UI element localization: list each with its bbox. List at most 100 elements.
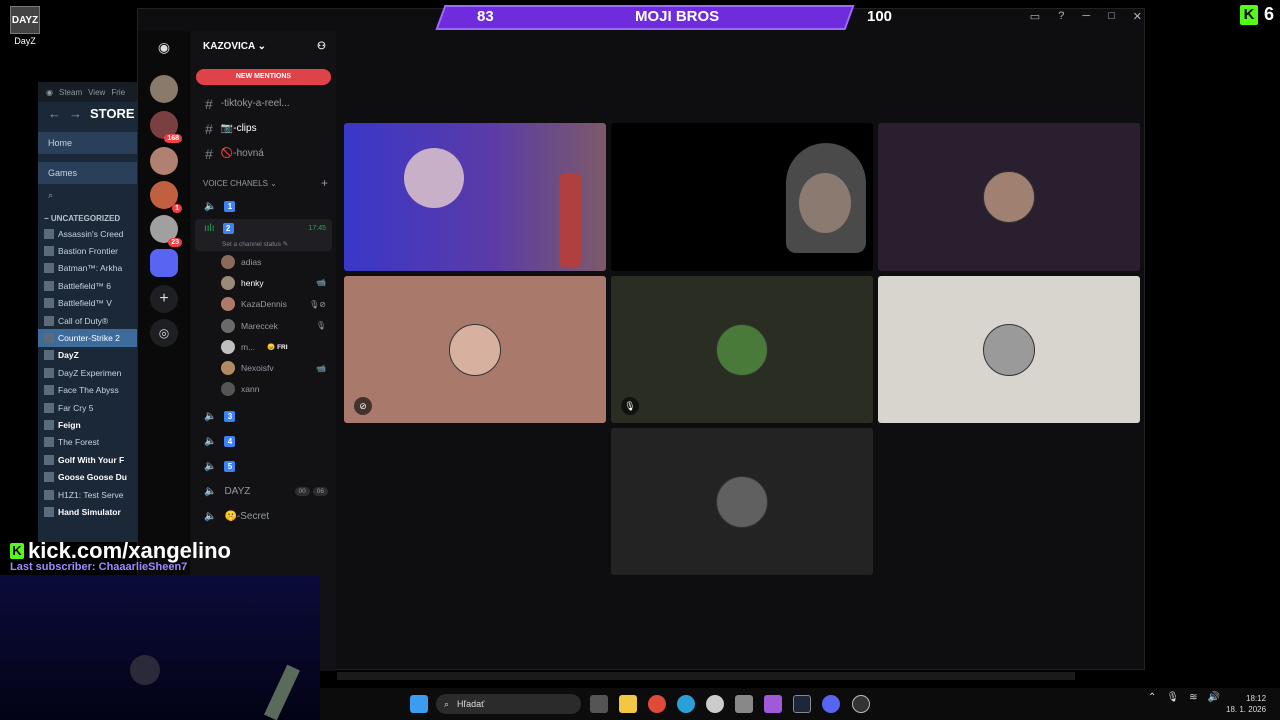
server-icon[interactable]: 1 [150, 181, 182, 213]
steam-game-item[interactable]: Feign [38, 416, 138, 433]
discord-icon[interactable] [822, 695, 840, 713]
voice-channel-dayz[interactable]: 🔈 DAYZ 00 06 [191, 479, 336, 504]
voice-channel-label: 3 [224, 411, 236, 423]
voice-channel-label: 4 [224, 436, 236, 448]
steam-home[interactable]: Home [38, 132, 138, 154]
server-icon[interactable]: 23 [150, 215, 182, 247]
voice-user[interactable]: m... 😠 FRI [191, 336, 336, 357]
close-icon[interactable]: ✕ [1133, 10, 1142, 23]
horizontal-scrollbar[interactable] [337, 672, 1075, 680]
add-member-icon[interactable]: ⚇ [317, 41, 326, 52]
voice-user[interactable]: Nexoisfv 📹 [191, 357, 336, 378]
voice-user[interactable]: Mareccek 🎙 [191, 315, 336, 336]
inbox-icon[interactable]: ▭ [1030, 10, 1040, 23]
discord-home-icon[interactable]: ◉ [150, 33, 178, 61]
volume-icon[interactable]: 🔊 [1207, 692, 1219, 703]
steam-search[interactable]: ⌕ [38, 184, 138, 206]
avatar [221, 254, 235, 269]
server-icon[interactable] [150, 249, 178, 277]
explore-icon[interactable]: ◎ [150, 319, 178, 347]
steam-game-item[interactable]: H1Z1: Test Serve [38, 486, 138, 503]
copilot-icon[interactable] [764, 695, 782, 713]
server-icon[interactable]: 168 [150, 111, 182, 143]
forward-arrow-icon[interactable]: → [69, 106, 82, 121]
video-tile[interactable] [878, 123, 1140, 271]
text-channel[interactable]: # 🚫-hovná [191, 141, 336, 166]
taskbar-search[interactable]: ⌕ Hľadať [436, 694, 581, 714]
add-server-icon[interactable]: + [150, 285, 178, 313]
voice-user[interactable]: henky 📹 [191, 272, 336, 293]
video-tile[interactable]: ⊘ [344, 276, 606, 423]
video-tile-cam[interactable] [611, 123, 873, 271]
server-icon[interactable] [150, 147, 178, 175]
steam-game-item[interactable]: DayZ Experimen [38, 364, 138, 381]
back-arrow-icon[interactable]: ← [48, 106, 61, 121]
steam-game-item[interactable]: Assassin's Creed [38, 225, 138, 242]
voice-user[interactable]: xann [191, 379, 336, 400]
collapse-icon: − [44, 214, 51, 223]
steam-game-item[interactable]: Goose Goose Du [38, 468, 138, 485]
steam-menu-friends[interactable]: Frie [111, 88, 125, 97]
video-tile[interactable]: 🎙 [611, 276, 873, 423]
steam-game-item[interactable]: Battlefield™ V [38, 295, 138, 312]
steam-game-item[interactable]: Hand Simulator [38, 503, 138, 520]
voice-channel-active[interactable]: ıılı 2 17:45 Set a channel status ✎ [195, 219, 332, 251]
new-mentions-button[interactable]: NEW MENTIONS [196, 69, 331, 85]
voice-channel[interactable]: 🔈 3 [191, 404, 336, 429]
store-icon[interactable] [735, 695, 753, 713]
chevron-up-icon[interactable]: ⌃ [1148, 692, 1156, 703]
steam-games[interactable]: Games [38, 162, 138, 184]
dayz-icon-label: DayZ [14, 36, 36, 46]
user-status-icon: 📹 [316, 278, 326, 288]
voice-channel-secret[interactable]: 🔈 🤫-Secret [191, 504, 336, 529]
steam-menu-view[interactable]: View [88, 88, 105, 97]
steam-menu-steam[interactable]: Steam [59, 88, 82, 97]
voice-channel[interactable]: 🔈 4 [191, 429, 336, 454]
chrome-icon[interactable] [648, 695, 666, 713]
steam-game-item[interactable]: Face The Abyss [38, 382, 138, 399]
steam-game-item[interactable]: Far Cry 5 [38, 399, 138, 416]
steam-game-item[interactable]: Batman™: Arkha [38, 260, 138, 277]
add-channel-icon[interactable]: + [321, 176, 328, 190]
steam-game-item[interactable]: The Forest [38, 434, 138, 451]
voice-channel[interactable]: 🔈 5 [191, 454, 336, 479]
server-icon[interactable] [150, 75, 178, 103]
avatar [449, 323, 501, 376]
maximize-icon[interactable]: □ [1108, 10, 1115, 23]
video-tile[interactable] [878, 276, 1140, 423]
channel-status[interactable]: Set a channel status ✎ [204, 240, 332, 248]
video-tile[interactable] [611, 428, 873, 575]
steam-game-item[interactable]: Golf With Your F [38, 451, 138, 468]
voice-user[interactable]: adias [191, 251, 336, 272]
server-header[interactable]: KAZOVICA ⌄ ⚇ [191, 31, 336, 61]
taskbar-clock[interactable]: 18:12 18. 1. 2026 [1226, 693, 1266, 715]
steam-game-item[interactable]: Battlefield™ 6 [38, 277, 138, 294]
help-icon[interactable]: ? [1058, 10, 1064, 23]
text-channel[interactable]: # -tiktoky-a-reel... [191, 91, 336, 116]
text-channel[interactable]: # 📷-clips [191, 116, 336, 141]
microphone-icon[interactable]: 🎙 [1166, 692, 1179, 703]
dayz-desktop-icon[interactable]: DAYZ DayZ [8, 6, 42, 46]
steam-game-item[interactable]: Counter-Strike 2 [38, 329, 138, 347]
voice-channel-1[interactable]: 🔈 1 [191, 194, 336, 219]
game-icon [44, 454, 54, 465]
windows-start-icon[interactable] [410, 695, 428, 713]
voice-wave-icon: ıılı [204, 222, 215, 234]
obs-icon[interactable] [852, 695, 870, 713]
task-view-icon[interactable] [590, 695, 608, 713]
video-tile-cam[interactable] [344, 123, 606, 271]
edge-icon[interactable] [677, 695, 695, 713]
voice-user[interactable]: KazaDennis 🎙⊘ [191, 294, 336, 315]
voice-user-name: xann [241, 384, 260, 395]
wifi-icon[interactable]: ≋ [1189, 692, 1197, 703]
settings-gear-icon[interactable] [706, 695, 724, 713]
steam-game-item[interactable]: Bastion Frontier [38, 242, 138, 259]
voice-section-header[interactable]: VOICE CHANELS ⌄ + [191, 172, 336, 194]
steam-store-tab[interactable]: STORE [90, 106, 135, 121]
file-explorer-icon[interactable] [619, 695, 637, 713]
steam-icon[interactable] [793, 695, 811, 713]
steam-game-item[interactable]: DayZ [38, 347, 138, 364]
minimize-icon[interactable]: ─ [1082, 10, 1090, 23]
steam-game-item[interactable]: Call of Duty® [38, 312, 138, 329]
steam-category[interactable]: − UNCATEGORIZED [38, 206, 138, 225]
